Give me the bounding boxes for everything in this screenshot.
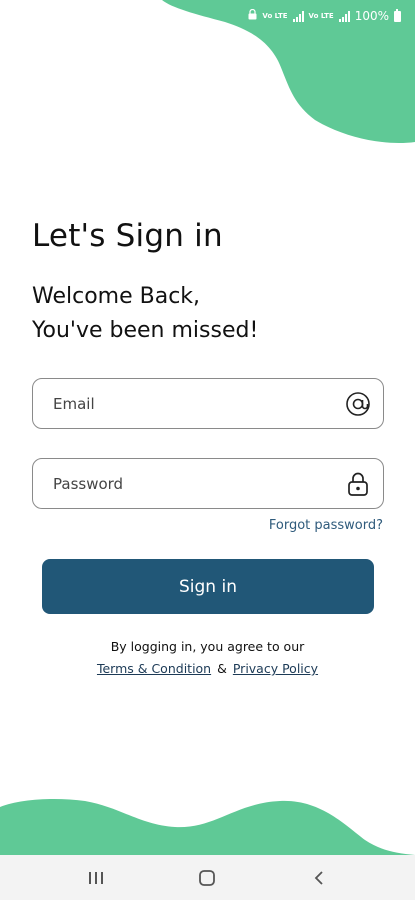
terms-notice: By logging in, you agree to our Terms & … bbox=[0, 636, 415, 680]
privacy-policy-link[interactable]: Privacy Policy bbox=[233, 661, 318, 676]
terms-links: Terms & Condition & Privacy Policy bbox=[0, 658, 415, 680]
forgot-password-link[interactable]: Forgot password? bbox=[269, 518, 383, 533]
terms-ampersand: & bbox=[217, 661, 227, 676]
home-icon[interactable] bbox=[187, 858, 227, 898]
battery-percent: 100% bbox=[354, 9, 389, 23]
bottom-wave-decoration bbox=[0, 799, 415, 855]
signal-icon-2 bbox=[338, 10, 350, 22]
welcome-subtitle: Welcome Back, You've been missed! bbox=[32, 280, 392, 348]
back-icon[interactable] bbox=[299, 858, 339, 898]
page-title: Let's Sign in bbox=[32, 218, 223, 254]
password-input[interactable] bbox=[53, 474, 345, 493]
password-field[interactable] bbox=[32, 458, 384, 509]
network-label-2: Vo LTE bbox=[308, 11, 334, 20]
signal-icon bbox=[292, 10, 304, 22]
subtitle-line-2: You've been missed! bbox=[32, 318, 259, 343]
status-bar: Vo LTE Vo LTE 100% bbox=[248, 6, 401, 26]
terms-prefix: By logging in, you agree to our bbox=[110, 639, 305, 654]
lock-icon bbox=[345, 471, 371, 497]
sign-in-screen: Vo LTE Vo LTE 100% Let's Sign in Welcome… bbox=[0, 0, 415, 900]
recent-apps-icon[interactable] bbox=[76, 858, 116, 898]
network-label-1: Vo LTE bbox=[262, 11, 288, 20]
subtitle-line-1: Welcome Back, bbox=[32, 284, 201, 309]
battery-icon bbox=[394, 8, 401, 22]
email-input[interactable] bbox=[53, 394, 345, 413]
lock-icon bbox=[248, 8, 257, 23]
system-nav-bar bbox=[0, 855, 415, 900]
at-sign-icon bbox=[345, 391, 371, 417]
terms-condition-link[interactable]: Terms & Condition bbox=[97, 661, 211, 676]
email-field[interactable] bbox=[32, 378, 384, 429]
sign-in-button[interactable]: Sign in bbox=[42, 559, 374, 614]
